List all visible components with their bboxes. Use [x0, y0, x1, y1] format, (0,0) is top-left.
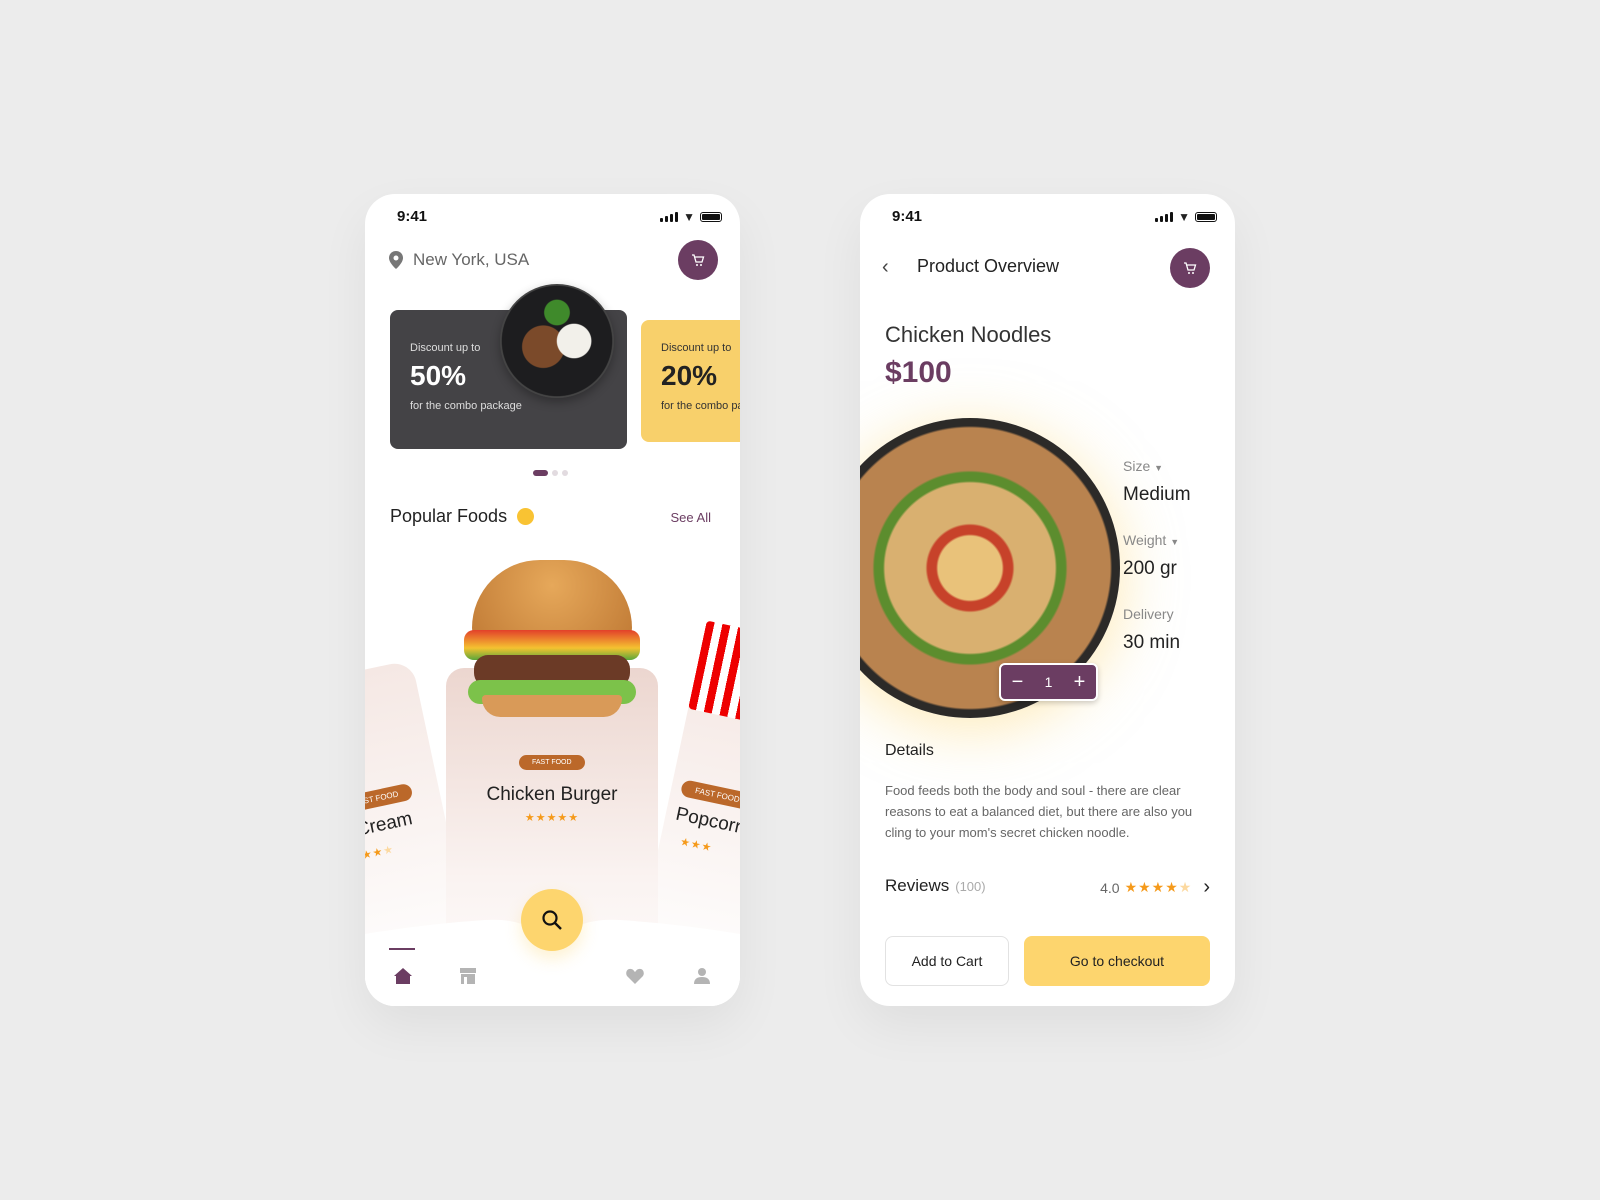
plus-button[interactable]: +: [1074, 671, 1086, 694]
product-screen: 9:41 ▼ ‹ Product Overview Chicken Noodle…: [860, 194, 1235, 1006]
cart-icon: [1184, 262, 1197, 274]
section-header: Popular Foods: [390, 506, 535, 527]
section-title: Popular Foods: [390, 506, 508, 526]
carousel-dot[interactable]: [562, 470, 568, 476]
carousel-dots: [533, 470, 568, 476]
reviews-link[interactable]: 4.0 ★★★★★ ›: [1100, 876, 1210, 899]
size-selector[interactable]: Size ▼: [1123, 458, 1163, 474]
caret-down-icon: ▼: [1170, 537, 1180, 547]
reviews-count: (100): [955, 879, 986, 894]
chevron-left-icon: ‹: [882, 256, 889, 278]
signal-icon: [1155, 212, 1174, 222]
promo-subtitle: for the combo package: [410, 400, 522, 412]
promo-percent: 50%: [410, 360, 467, 391]
checkout-button[interactable]: Go to checkout: [1024, 936, 1210, 986]
promo-subtitle: for the combo package: [661, 400, 740, 412]
food-name: Popcorn: [673, 803, 740, 839]
product-name: Chicken Noodles: [885, 322, 1052, 347]
food-rating: ★★★★: [365, 843, 396, 865]
promo-card[interactable]: Discount up to 20% for the combo package: [641, 320, 740, 442]
product-price: $100: [885, 356, 952, 389]
details-title: Details: [885, 742, 934, 759]
wifi-icon: ▼: [683, 210, 695, 224]
add-to-cart-button[interactable]: Add to Cart: [885, 936, 1009, 986]
weight-value: 200 gr: [1123, 558, 1177, 579]
popcorn-image: [688, 620, 740, 722]
rating-value: 4.0: [1100, 879, 1120, 896]
cart-icon: [692, 254, 705, 266]
nav-favorites[interactable]: [624, 965, 646, 987]
promo-percent: 20%: [661, 360, 718, 391]
status-icons: ▼: [1155, 210, 1217, 224]
food-rating: ★★★: [679, 835, 714, 855]
quantity-value: 1: [1044, 674, 1053, 690]
size-label: Size: [1123, 458, 1151, 474]
battery-icon: [700, 212, 722, 222]
weight-selector[interactable]: Weight ▼: [1123, 532, 1179, 548]
page-title: Product Overview: [917, 256, 1060, 276]
reviews-label-group: Reviews (100): [885, 876, 986, 896]
minus-button[interactable]: −: [1012, 671, 1024, 694]
food-rating: ★★★★★: [524, 812, 580, 824]
caret-down-icon: ▼: [1154, 463, 1164, 473]
cart-button[interactable]: [678, 240, 718, 280]
delivery-value: 30 min: [1123, 632, 1181, 653]
nav-store[interactable]: [457, 965, 479, 987]
wifi-icon: ▼: [1178, 210, 1190, 224]
promo-title: Discount up to: [410, 342, 481, 354]
search-icon: [542, 910, 562, 930]
back-button[interactable]: ‹: [882, 256, 889, 279]
delivery-label: Delivery: [1123, 606, 1174, 622]
cart-button[interactable]: [1170, 248, 1210, 288]
home-icon: [394, 968, 412, 984]
size-value: Medium: [1123, 484, 1191, 505]
promo-title: Discount up to: [661, 342, 732, 354]
quantity-stepper[interactable]: − 1 +: [999, 663, 1098, 701]
store-icon: [460, 968, 476, 984]
status-time: 9:41: [397, 208, 428, 225]
location[interactable]: New York, USA: [389, 250, 529, 270]
emoji-icon: [517, 508, 535, 525]
heart-icon: [626, 968, 644, 984]
nav-home[interactable]: [392, 965, 414, 987]
user-icon: [694, 968, 710, 984]
search-button[interactable]: [521, 889, 583, 951]
reviews-label: Reviews: [885, 876, 950, 895]
battery-icon: [1195, 212, 1217, 222]
nav-profile[interactable]: [691, 965, 713, 987]
food-badge: FAST FOOD: [519, 755, 585, 770]
weight-label: Weight: [1123, 532, 1167, 548]
signal-icon: [660, 212, 679, 222]
combo-plate-image: [500, 284, 614, 398]
see-all-link[interactable]: See All: [671, 510, 711, 525]
home-screen: 9:41 ▼ New York, USA Discount up to 50% …: [365, 194, 740, 1006]
carousel-dot-active[interactable]: [533, 470, 548, 476]
location-text: New York, USA: [413, 250, 530, 269]
nav-active-indicator: [389, 948, 415, 950]
location-pin-icon: [389, 251, 403, 269]
food-name: Chicken Burger: [486, 784, 618, 805]
chevron-right-icon: ›: [1203, 876, 1210, 898]
burger-image: [452, 560, 652, 725]
carousel-dot[interactable]: [552, 470, 558, 476]
details-text: Food feeds both the body and soul - ther…: [885, 783, 1193, 840]
rating-stars: ★★★★★: [1124, 879, 1193, 895]
status-icons: ▼: [660, 210, 722, 224]
status-time: 9:41: [892, 208, 923, 225]
